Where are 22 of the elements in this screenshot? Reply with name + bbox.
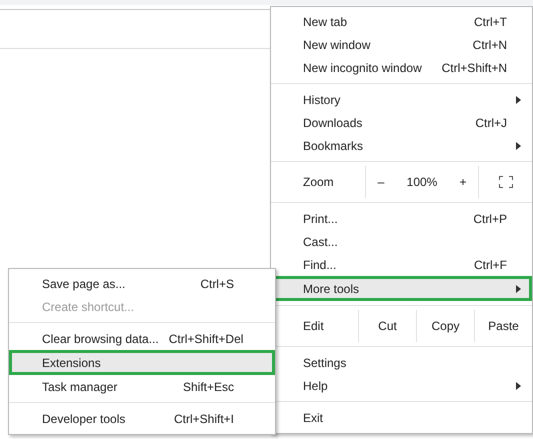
- zoom-level: 100%: [406, 174, 438, 191]
- menu-item[interactable]: Downloads Ctrl+J: [271, 111, 532, 134]
- menu-item[interactable]: New tab Ctrl+T: [271, 10, 532, 33]
- edit-action-button[interactable]: Cut: [359, 310, 417, 342]
- menu-item[interactable]: Developer tools Ctrl+Shift+I: [9, 407, 275, 430]
- fullscreen-icon: [498, 176, 512, 188]
- menu-item[interactable]: Extensions: [9, 350, 275, 375]
- menu-item[interactable]: New incognito window Ctrl+Shift+N: [271, 56, 532, 79]
- menu-item[interactable]: Print... Ctrl+P: [271, 207, 532, 230]
- zoom-in-button[interactable]: +: [448, 166, 478, 198]
- caret-icon: [516, 96, 521, 104]
- menu-item[interactable]: History: [271, 88, 532, 111]
- menu-item[interactable]: Cast...: [271, 230, 532, 253]
- caret-icon: [516, 142, 521, 150]
- zoom-out-button[interactable]: –: [366, 166, 396, 198]
- menu-item[interactable]: New window Ctrl+N: [271, 33, 532, 56]
- edit-action-button[interactable]: Paste: [475, 310, 532, 342]
- menu-label: Zoom: [271, 166, 366, 198]
- caret-icon: [516, 284, 521, 292]
- edit-action-button[interactable]: Copy: [417, 310, 475, 342]
- menu-item[interactable]: Bookmarks: [271, 134, 532, 157]
- caret-icon: [516, 382, 521, 390]
